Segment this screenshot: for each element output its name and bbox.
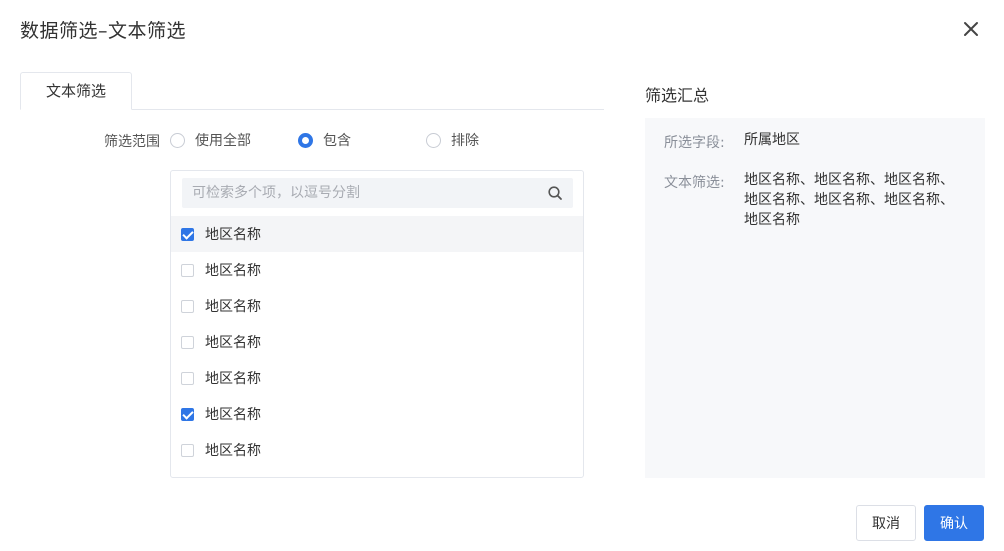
radio-circle [426,132,441,148]
radio-circle [298,132,313,148]
search-box [182,178,573,208]
summary-field-label: 所选字段: [664,135,725,151]
radio-exclude[interactable]: 排除 [426,131,479,149]
list-item[interactable]: 地区名称 [171,396,583,432]
radio-include[interactable]: 包含 [298,131,351,149]
tab-text-filter[interactable]: 文本筛选 [20,72,132,110]
radio-label: 包含 [323,133,351,149]
checkbox[interactable] [181,299,194,313]
list-item[interactable]: 地区名称 [171,252,583,288]
checkbox[interactable] [181,371,194,385]
item-list-panel: 地区名称 地区名称 地区名称 地区名称 地区名称 地区名称 地区名称 [170,170,584,478]
list-item-label: 地区名称 [205,371,261,387]
list-item[interactable]: 地区名称 [171,432,583,468]
list-item[interactable]: 地区名称 [171,216,583,252]
checkbox[interactable] [181,227,194,241]
search-input[interactable] [182,178,522,208]
list-item-label: 地区名称 [205,443,261,459]
checkbox[interactable] [181,263,194,277]
summary-text-label: 文本筛选: [664,175,725,191]
radio-label: 排除 [451,133,479,149]
list-item-label: 地区名称 [205,227,261,243]
list-item-label: 地区名称 [205,299,261,315]
checkbox[interactable] [181,443,194,457]
list-item-label: 地区名称 [205,263,261,279]
range-label: 筛选范围 [104,134,160,150]
dialog-title: 数据筛选–文本筛选 [20,20,187,42]
checkbox[interactable] [181,407,194,421]
tab-bar: 文本筛选 [20,72,604,110]
radio-label: 使用全部 [195,133,251,149]
summary-panel: 所选字段: 所属地区 文本筛选: 地区名称、地区名称、地区名称、地区名称、地区名… [645,118,985,478]
summary-field-value: 所属地区 [744,132,800,148]
close-icon[interactable] [960,18,982,40]
list-item-label: 地区名称 [205,407,261,423]
list-item-label: 地区名称 [205,335,261,351]
confirm-button[interactable]: 确认 [924,505,984,541]
summary-text-value: 地区名称、地区名称、地区名称、地区名称、地区名称、地区名称、地区名称 [744,172,954,228]
list-item[interactable]: 地区名称 [171,288,583,324]
filter-dialog: 数据筛选–文本筛选 文本筛选 筛选范围 使用全部 包含 排除 可检索多个项，以逗… [0,0,1004,551]
cancel-button[interactable]: 取消 [856,505,916,541]
list-item[interactable]: 地区名称 [171,360,583,396]
radio-use-all[interactable]: 使用全部 [170,131,251,149]
list-item[interactable]: 地区名称 [171,324,583,360]
search-icon[interactable] [547,185,563,201]
checkbox[interactable] [181,335,194,349]
summary-title: 筛选汇总 [645,86,710,105]
radio-circle [170,132,185,148]
